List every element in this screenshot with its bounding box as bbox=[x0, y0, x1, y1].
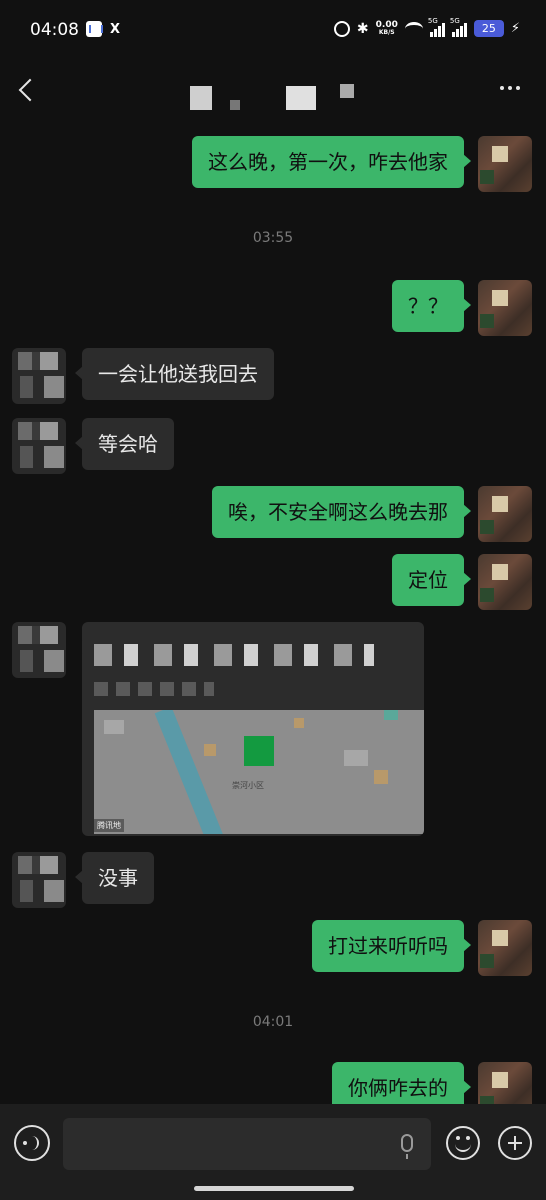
message-bubble-incoming[interactable]: 没事 bbox=[75, 852, 154, 904]
charging-icon: ⚡ bbox=[510, 21, 520, 36]
message-bubble-outgoing[interactable]: ？？ bbox=[392, 280, 471, 332]
timestamp: 03:55 bbox=[252, 230, 294, 246]
message-bubble-outgoing[interactable]: 这么晚，第一次，咋去他家 bbox=[192, 136, 471, 188]
my-avatar[interactable] bbox=[478, 280, 532, 336]
my-avatar[interactable] bbox=[478, 136, 532, 192]
more-options-icon[interactable] bbox=[500, 86, 520, 90]
location-address-blurred bbox=[94, 682, 214, 696]
signal-icon-1: 5G bbox=[428, 17, 445, 37]
network-speed: 0.00 KB/S bbox=[376, 20, 398, 37]
my-avatar[interactable] bbox=[478, 554, 532, 610]
my-avatar[interactable] bbox=[478, 920, 532, 976]
map-source-label: 腾讯地 bbox=[94, 819, 124, 832]
contact-avatar[interactable] bbox=[12, 348, 66, 404]
back-icon[interactable] bbox=[18, 78, 42, 102]
message-bubble-outgoing[interactable]: 打过来听听吗 bbox=[312, 920, 471, 972]
message-input[interactable] bbox=[63, 1118, 431, 1170]
my-avatar[interactable] bbox=[478, 486, 532, 542]
contact-avatar[interactable] bbox=[12, 622, 66, 678]
signal-label-2: 5G bbox=[449, 16, 460, 25]
contact-avatar[interactable] bbox=[12, 418, 66, 474]
location-message-card[interactable]: 崇河小区 腾讯地 bbox=[82, 622, 424, 836]
plus-icon[interactable] bbox=[498, 1126, 532, 1160]
status-bar: 04:08 X ✱ 0.00 KB/S 5G 5G 25 ⚡ bbox=[0, 0, 546, 62]
chat-header bbox=[0, 62, 546, 124]
message-bubble-incoming[interactable]: 等会哈 bbox=[75, 418, 174, 470]
map-place-label: 崇河小区 bbox=[232, 781, 264, 790]
wifi-icon bbox=[404, 21, 423, 36]
x-app-icon: X bbox=[110, 21, 121, 37]
map-pin-icon bbox=[244, 736, 274, 766]
location-title-blurred bbox=[94, 644, 374, 666]
voice-icon[interactable] bbox=[14, 1125, 50, 1161]
bluetooth-icon: ✱ bbox=[356, 20, 369, 37]
timestamp: 04:01 bbox=[252, 1014, 294, 1030]
signal-icon-2: 5G bbox=[450, 17, 467, 37]
message-bubble-outgoing[interactable]: 唉，不安全啊这么晚去那 bbox=[212, 486, 471, 538]
alarm-icon bbox=[333, 20, 350, 37]
message-bubble-outgoing[interactable]: 定位 bbox=[392, 554, 471, 606]
network-speed-unit: KB/S bbox=[378, 28, 395, 36]
contact-avatar[interactable] bbox=[12, 852, 66, 908]
notification-icons: X bbox=[86, 21, 120, 37]
signal-label-1: 5G bbox=[427, 16, 438, 25]
message-bubble-incoming[interactable]: 一会让他送我回去 bbox=[75, 348, 274, 400]
mic-icon[interactable] bbox=[401, 1134, 413, 1159]
chat-title-blurred bbox=[190, 80, 360, 110]
mail-icon bbox=[86, 21, 103, 37]
battery-indicator: 25 bbox=[473, 20, 504, 37]
system-icons: ✱ 0.00 KB/S 5G 5G 25 ⚡ bbox=[333, 17, 520, 37]
location-map-preview: 崇河小区 腾讯地 bbox=[94, 710, 424, 834]
emoji-icon[interactable] bbox=[446, 1126, 480, 1160]
home-indicator[interactable] bbox=[194, 1186, 354, 1191]
status-time: 04:08 bbox=[30, 20, 79, 40]
